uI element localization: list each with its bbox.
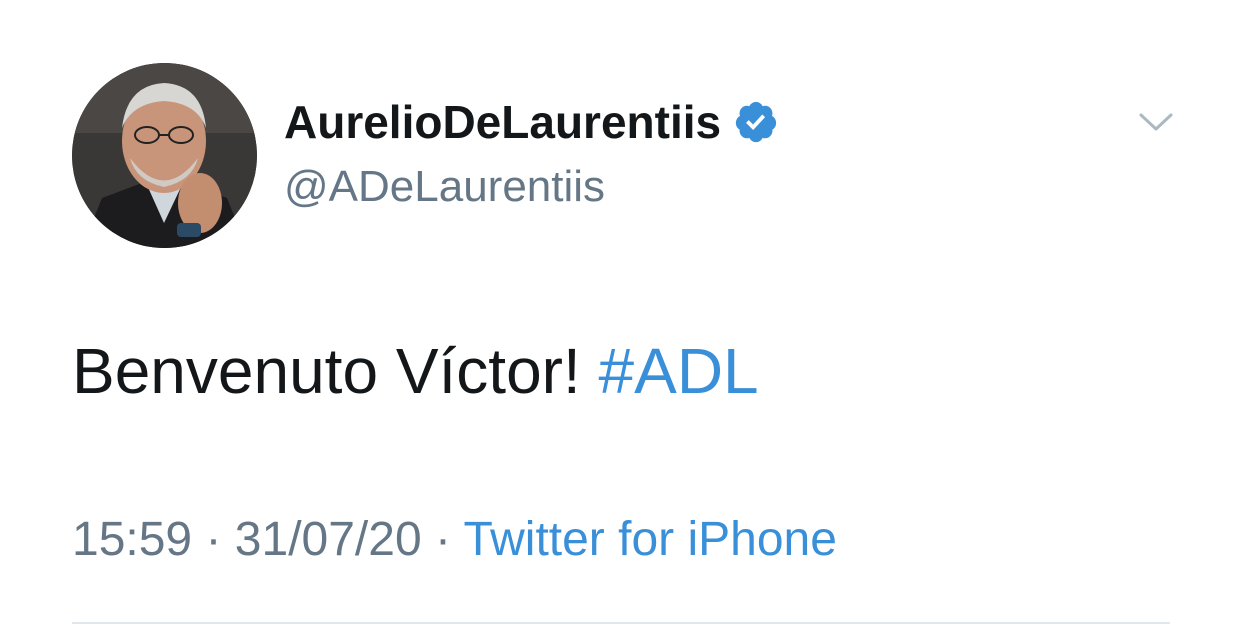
tweet-date: 31/07/20 bbox=[234, 513, 422, 566]
tweet-body: Benvenuto Víctor! bbox=[72, 335, 581, 407]
chevron-down-icon[interactable] bbox=[1138, 108, 1174, 136]
meta-separator: · bbox=[434, 513, 451, 566]
meta-separator: · bbox=[205, 513, 222, 566]
avatar[interactable] bbox=[72, 63, 257, 248]
user-handle[interactable]: @ADeLaurentiis bbox=[284, 162, 605, 212]
tweet-text: Benvenuto Víctor! #ADL bbox=[72, 334, 759, 408]
tweet-metadata: 15:59 · 31/07/20 · Twitter for iPhone bbox=[72, 512, 837, 567]
tweet-source-link[interactable]: Twitter for iPhone bbox=[463, 513, 837, 566]
divider bbox=[72, 622, 1170, 624]
hashtag-link[interactable]: #ADL bbox=[599, 335, 759, 407]
tweet-card: AurelioDeLaurentiis @ADeLaurentiis Benve… bbox=[0, 0, 1242, 628]
tweet-time: 15:59 bbox=[72, 513, 193, 566]
user-name-row: AurelioDeLaurentiis bbox=[284, 92, 779, 152]
display-name[interactable]: AurelioDeLaurentiis bbox=[284, 95, 721, 149]
verified-badge-icon bbox=[733, 99, 779, 145]
